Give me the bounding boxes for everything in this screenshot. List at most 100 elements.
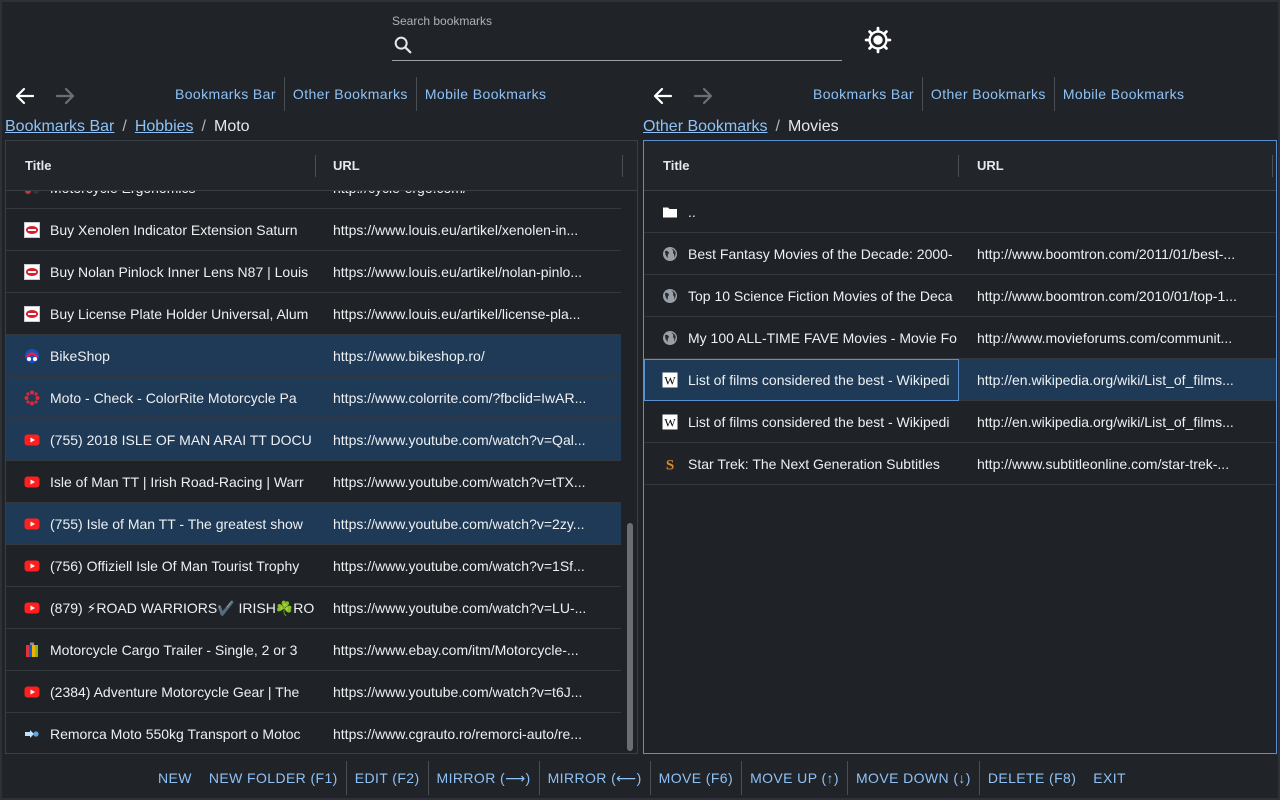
table-row[interactable]: Motorcycle Cargo Trailer - Single, 2 or … (6, 629, 621, 671)
left-root-tabs: Bookmarks Bar Other Bookmarks Mobile Boo… (167, 77, 554, 111)
left-rows: Motorcycle Ergonomics http://cycle-ergo.c… (6, 191, 637, 753)
tab-mobile-bookmarks[interactable]: Mobile Bookmarks (1055, 77, 1193, 111)
breadcrumb-separator: / (122, 118, 127, 135)
breadcrumb-link[interactable]: Other Bookmarks (643, 118, 767, 135)
table-row[interactable]: (756) Offiziell Isle Of Man Tourist Trop… (6, 545, 621, 587)
column-header-title[interactable]: Title (663, 141, 690, 191)
edit-button[interactable]: EDIT (F2) (347, 759, 428, 797)
move-down-button[interactable]: MOVE DOWN (↓) (848, 759, 979, 797)
row-title: List of films considered the best - Wiki… (688, 414, 950, 430)
right-rows: .. Best Fantasy Movies of the Decade: 200… (644, 191, 1276, 753)
youtube-icon (24, 600, 40, 616)
new-button[interactable]: NEW (150, 759, 200, 797)
column-divider (958, 155, 959, 177)
scrollbar-thumb[interactable] (627, 523, 633, 751)
tab-other-bookmarks[interactable]: Other Bookmarks (923, 77, 1054, 111)
table-row[interactable]: Buy Nolan Pinlock Inner Lens N87 | Louis… (6, 251, 621, 293)
column-divider (1272, 155, 1273, 177)
row-url: http://www.movieforums.com/communit... (977, 330, 1233, 346)
row-url: http://en.wikipedia.org/wiki/List_of_fil… (977, 372, 1234, 388)
table-row[interactable]: Top 10 Science Fiction Movies of the Dec… (644, 275, 1276, 317)
tab-bookmarks-bar[interactable]: Bookmarks Bar (805, 77, 922, 111)
breadcrumb-separator: / (201, 118, 206, 135)
breadcrumb-link[interactable]: Bookmarks Bar (5, 118, 114, 135)
breadcrumb-separator: / (775, 118, 780, 135)
row-title: Star Trek: The Next Generation Subtitles (688, 456, 940, 472)
table-row[interactable]: My 100 ALL-TIME FAVE Movies - Movie Fo ht… (644, 317, 1276, 359)
row-title: List of films considered the best - Wiki… (688, 372, 950, 388)
table-row[interactable]: Buy License Plate Holder Universal, Alum… (6, 293, 621, 335)
search-input[interactable] (420, 32, 840, 58)
table-row[interactable]: W List of films considered the best - Wik… (644, 359, 1276, 401)
globe-icon (662, 246, 678, 262)
table-row[interactable]: .. (644, 191, 1276, 233)
row-url: https://www.louis.eu/artikel/nolan-pinlo… (333, 264, 583, 280)
row-url: http://cycle-ergo.com/ (333, 191, 604, 209)
delete-button[interactable]: DELETE (F8) (980, 759, 1084, 797)
move-up-button[interactable]: MOVE UP (↑) (742, 759, 847, 797)
table-row[interactable]: W List of films considered the best - Wik… (644, 401, 1276, 443)
forward-arrow-icon[interactable] (53, 84, 77, 108)
row-url: https://www.youtube.com/watch?v=LU-... (333, 600, 587, 616)
table-header: Title URL (6, 141, 637, 191)
row-url: https://www.colorrite.com/?fbclid=IwAR..… (333, 390, 587, 406)
table-row[interactable]: BikeShop https://www.bikeshop.ro/ (6, 335, 621, 377)
column-header-title[interactable]: Title (25, 141, 52, 191)
svg-text:W: W (664, 374, 676, 388)
left-navbar: Bookmarks Bar Other Bookmarks Mobile Boo… (5, 72, 638, 118)
back-arrow-icon[interactable] (13, 84, 37, 108)
row-title: Buy Nolan Pinlock Inner Lens N87 | Louis (50, 264, 309, 280)
exit-button[interactable]: EXIT (1085, 759, 1134, 797)
new-folder-button[interactable]: NEW FOLDER (F1) (201, 759, 346, 797)
ebay-icon (24, 642, 40, 658)
column-header-url[interactable]: URL (977, 141, 1004, 191)
move-button[interactable]: MOVE (F6) (651, 759, 741, 797)
app-window: Search bookmarks Bookmarks Bar Other Boo… (0, 0, 1280, 800)
table-row[interactable]: (755) Isle of Man TT - The greatest show… (6, 503, 621, 545)
search-icon (394, 36, 412, 54)
youtube-icon (24, 684, 40, 700)
row-url: https://www.youtube.com/watch?v=1Sf... (333, 558, 585, 574)
colorrite-icon (24, 390, 40, 406)
table-row[interactable]: S Star Trek: The Next Generation Subtitle… (644, 443, 1276, 485)
mirror-right-button[interactable]: MIRROR (⟶) (429, 759, 539, 797)
table-row[interactable]: (755) 2018 ISLE OF MAN ARAI TT DOCU https… (6, 419, 621, 461)
row-title: Buy License Plate Holder Universal, Alum (50, 306, 309, 322)
column-divider (315, 155, 316, 177)
back-arrow-icon[interactable] (651, 84, 675, 108)
row-title: Buy Xenolen Indicator Extension Saturn (50, 222, 298, 238)
row-url: http://www.subtitleonline.com/star-trek-… (977, 456, 1230, 472)
subtitle-icon: S (662, 456, 678, 474)
table-row[interactable]: Remorca Moto 550kg Transport o Motoc http… (6, 713, 621, 753)
row-title: BikeShop (50, 348, 110, 364)
table-row[interactable]: Moto - Check - ColorRite Motorcycle Pa ht… (6, 377, 621, 419)
row-title: (879) ⚡ROAD WARRIORS✔️ IRISH☘️RO (50, 600, 314, 616)
row-url: https://www.youtube.com/watch?v=Qal... (333, 432, 586, 448)
row-url (977, 191, 1255, 233)
table-row[interactable]: (879) ⚡ROAD WARRIORS✔️ IRISH☘️RO https://… (6, 587, 621, 629)
row-title: My 100 ALL-TIME FAVE Movies - Movie Fo (688, 330, 957, 346)
table-row[interactable]: Best Fantasy Movies of the Decade: 2000-… (644, 233, 1276, 275)
row-url: http://www.boomtron.com/2010/01/top-1... (977, 288, 1237, 304)
mirror-left-button[interactable]: MIRROR (⟵) (540, 759, 650, 797)
tab-other-bookmarks[interactable]: Other Bookmarks (285, 77, 416, 111)
table-row[interactable]: Isle of Man TT | Irish Road-Racing | War… (6, 461, 621, 503)
breadcrumb-current: Movies (787, 118, 839, 135)
tab-bookmarks-bar[interactable]: Bookmarks Bar (167, 77, 284, 111)
row-url: https://www.louis.eu/artikel/license-pla… (333, 306, 581, 322)
breadcrumb: Bookmarks Bar / Hobbies / Moto (5, 118, 250, 138)
column-header-url[interactable]: URL (333, 141, 360, 191)
row-url: https://www.louis.eu/artikel/xenolen-in.… (333, 222, 579, 238)
table-row[interactable]: (2384) Adventure Motorcycle Gear | The ht… (6, 671, 621, 713)
forward-arrow-icon[interactable] (691, 84, 715, 108)
table-row[interactable]: Buy Xenolen Indicator Extension Saturn ht… (6, 209, 621, 251)
breadcrumb-link[interactable]: Hobbies (135, 118, 194, 135)
tab-mobile-bookmarks[interactable]: Mobile Bookmarks (417, 77, 555, 111)
theme-toggle-icon[interactable] (864, 26, 892, 54)
right-root-tabs: Bookmarks Bar Other Bookmarks Mobile Boo… (805, 77, 1192, 111)
right-navbar: Bookmarks Bar Other Bookmarks Mobile Boo… (643, 72, 1277, 118)
row-title: Moto - Check - ColorRite Motorcycle Pa (50, 390, 297, 406)
scrollbar[interactable] (625, 193, 635, 751)
row-url: http://www.boomtron.com/2011/01/best-... (977, 246, 1236, 262)
table-row[interactable]: Motorcycle Ergonomics http://cycle-ergo.c… (6, 191, 621, 209)
